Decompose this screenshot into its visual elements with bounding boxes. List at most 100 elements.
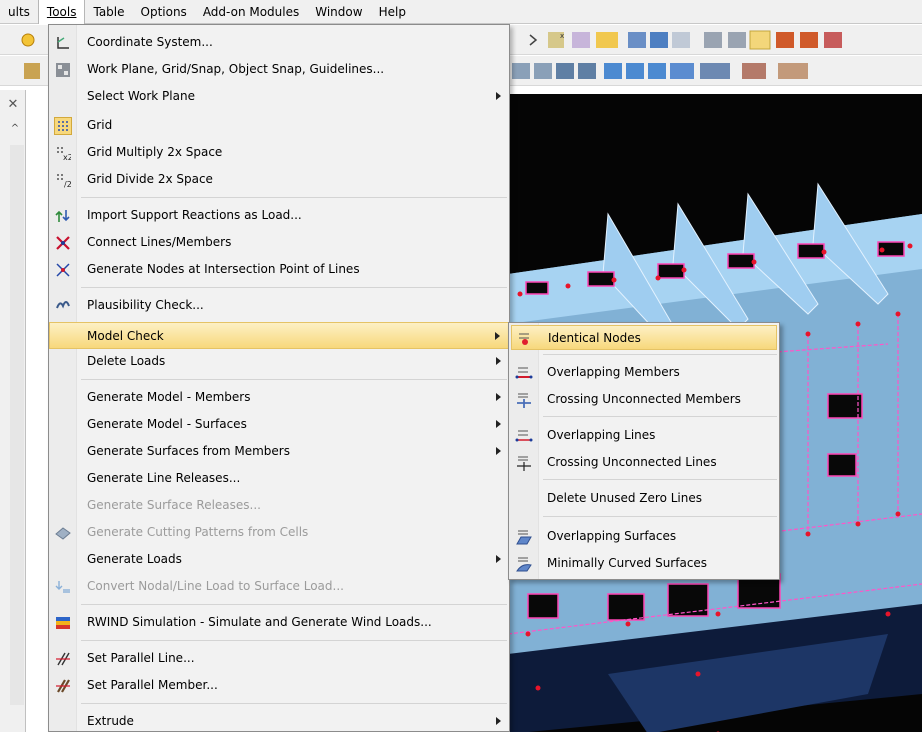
menu-item-parallel-line[interactable]: Set Parallel Line... [49,645,509,672]
menu-item-import-reactions[interactable]: Import Support Reactions as Load... [49,202,509,229]
intersection-nodes-icon [54,261,72,279]
menu-item-surface-releases: Generate Surface Releases... [49,492,509,519]
chevron-up-icon[interactable]: ^ [8,122,22,136]
submenu-arrow-icon [495,332,500,340]
parallel-line-icon [54,650,72,668]
overlapping-surfaces-icon [515,528,533,546]
menu-help[interactable]: Help [371,0,414,24]
menu-tools-label: Tools [46,5,77,19]
menu-item-label: Generate Cutting Patterns from Cells [87,525,309,539]
menu-results[interactable]: ults [0,0,38,24]
close-icon[interactable]: ✕ [4,96,22,114]
menu-window[interactable]: Window [307,0,370,24]
menu-item-label: Connect Lines/Members [87,235,232,249]
submenu-item-crossing-members[interactable]: Crossing Unconnected Members [511,387,777,412]
coordinate-system-icon [54,34,72,52]
crossing-lines-icon [515,454,533,472]
menu-item-label: Import Support Reactions as Load... [87,208,302,222]
menu-item-label: Model Check [87,329,164,343]
crossing-members-icon [515,391,533,409]
menu-item-surfaces-from-members[interactable]: Generate Surfaces from Members [49,438,509,465]
menu-item-label: Extrude [87,714,134,728]
menu-item-label: Delete Loads [87,354,166,368]
menu-item-line-releases[interactable]: Generate Line Releases... [49,465,509,492]
menu-item-generate-loads[interactable]: Generate Loads [49,546,509,573]
menu-separator [543,479,777,480]
menu-item-extrude[interactable]: Extrude [49,708,509,732]
menu-tools[interactable]: Tools [37,0,86,24]
menu-separator [81,379,507,380]
menu-item-label: Generate Loads [87,552,182,566]
submenu-item-label: Delete Unused Zero Lines [547,491,702,505]
menu-item-generate-members[interactable]: Generate Model - Members [49,384,509,411]
submenu-item-crossing-lines[interactable]: Crossing Unconnected Lines [511,450,777,475]
menu-separator [543,516,777,517]
submenu-item-label: Overlapping Lines [547,428,656,442]
menu-table[interactable]: Table [85,0,132,24]
menu-item-label: Grid Divide 2x Space [87,172,213,186]
submenu-item-overlapping-surfaces[interactable]: Overlapping Surfaces [511,524,777,549]
menu-separator [81,604,507,605]
menu-item-intersection-nodes[interactable]: Generate Nodes at Intersection Point of … [49,256,509,283]
menu-item-generate-surfaces[interactable]: Generate Model - Surfaces [49,411,509,438]
menu-separator [543,354,777,355]
menu-item-label: Grid Multiply 2x Space [87,145,223,159]
menu-separator [81,703,507,704]
menu-item-label: Convert Nodal/Line Load to Surface Load.… [87,579,344,593]
model-check-submenu: Identical Nodes Overlapping Members Cros… [508,322,780,580]
menu-item-label: Work Plane, Grid/Snap, Object Snap, Guid… [87,62,385,76]
submenu-arrow-icon [496,447,501,455]
svg-text:x: x [560,32,564,40]
connect-lines-icon [54,234,72,252]
submenu-item-overlapping-members[interactable]: Overlapping Members [511,360,777,385]
submenu-arrow-icon [496,717,501,725]
work-plane-icon [54,61,72,79]
submenu-item-identical-nodes[interactable]: Identical Nodes [511,325,777,350]
submenu-item-label: Crossing Unconnected Lines [547,455,717,469]
menu-item-select-work-plane[interactable]: Select Work Plane [49,83,509,110]
rwind-icon [54,614,72,632]
menu-item-label: Set Parallel Member... [87,678,218,692]
menu-item-plausibility-check[interactable]: Plausibility Check... [49,292,509,319]
menu-item-work-plane[interactable]: Work Plane, Grid/Snap, Object Snap, Guid… [49,56,509,83]
overlapping-members-icon [515,364,533,382]
submenu-item-curved-surfaces[interactable]: Minimally Curved Surfaces [511,551,777,576]
curved-surfaces-icon [515,555,533,573]
svg-text:x2: x2 [63,153,71,161]
menu-separator [81,640,507,641]
submenu-arrow-icon [496,92,501,100]
submenu-item-label: Overlapping Members [547,365,680,379]
menu-item-connect-lines[interactable]: Connect Lines/Members [49,229,509,256]
convert-load-icon [54,578,72,596]
menu-item-label: Generate Nodes at Intersection Point of … [87,262,360,276]
submenu-item-delete-zero-lines[interactable]: Delete Unused Zero Lines [511,486,777,511]
menu-item-parallel-member[interactable]: Set Parallel Member... [49,672,509,699]
parallel-member-icon [54,677,72,695]
menu-item-label: Plausibility Check... [87,298,204,312]
menu-item-grid-multiply[interactable]: x2 Grid Multiply 2x Space [49,139,509,166]
cutting-pattern-icon [54,524,72,542]
navigator-scrollbar[interactable] [10,145,24,705]
menu-item-label: RWIND Simulation - Simulate and Generate… [87,615,432,629]
menu-options[interactable]: Options [133,0,195,24]
menu-item-coordinate-system[interactable]: Coordinate System... [49,29,509,56]
menu-addon-modules[interactable]: Add-on Modules [195,0,307,24]
grid-divide-icon: /2 [54,171,72,189]
menu-item-grid[interactable]: Grid [49,112,509,139]
submenu-item-label: Minimally Curved Surfaces [547,556,708,570]
submenu-item-label: Crossing Unconnected Members [547,392,741,406]
menu-item-delete-loads[interactable]: Delete Loads [49,348,509,375]
menu-item-grid-divide[interactable]: /2 Grid Divide 2x Space [49,166,509,193]
menu-item-label: Generate Line Releases... [87,471,241,485]
import-reactions-icon [54,207,72,225]
menu-item-label: Set Parallel Line... [87,651,195,665]
plausibility-check-icon [54,297,72,315]
menu-item-label: Coordinate System... [87,35,213,49]
menu-item-rwind[interactable]: RWIND Simulation - Simulate and Generate… [49,609,509,636]
menu-item-model-check[interactable]: Model Check [49,322,509,349]
submenu-item-overlapping-lines[interactable]: Overlapping Lines [511,423,777,448]
submenu-item-label: Overlapping Surfaces [547,529,677,543]
menu-item-convert-load: Convert Nodal/Line Load to Surface Load.… [49,573,509,600]
svg-text:/2: /2 [64,180,71,188]
submenu-arrow-icon [496,393,501,401]
